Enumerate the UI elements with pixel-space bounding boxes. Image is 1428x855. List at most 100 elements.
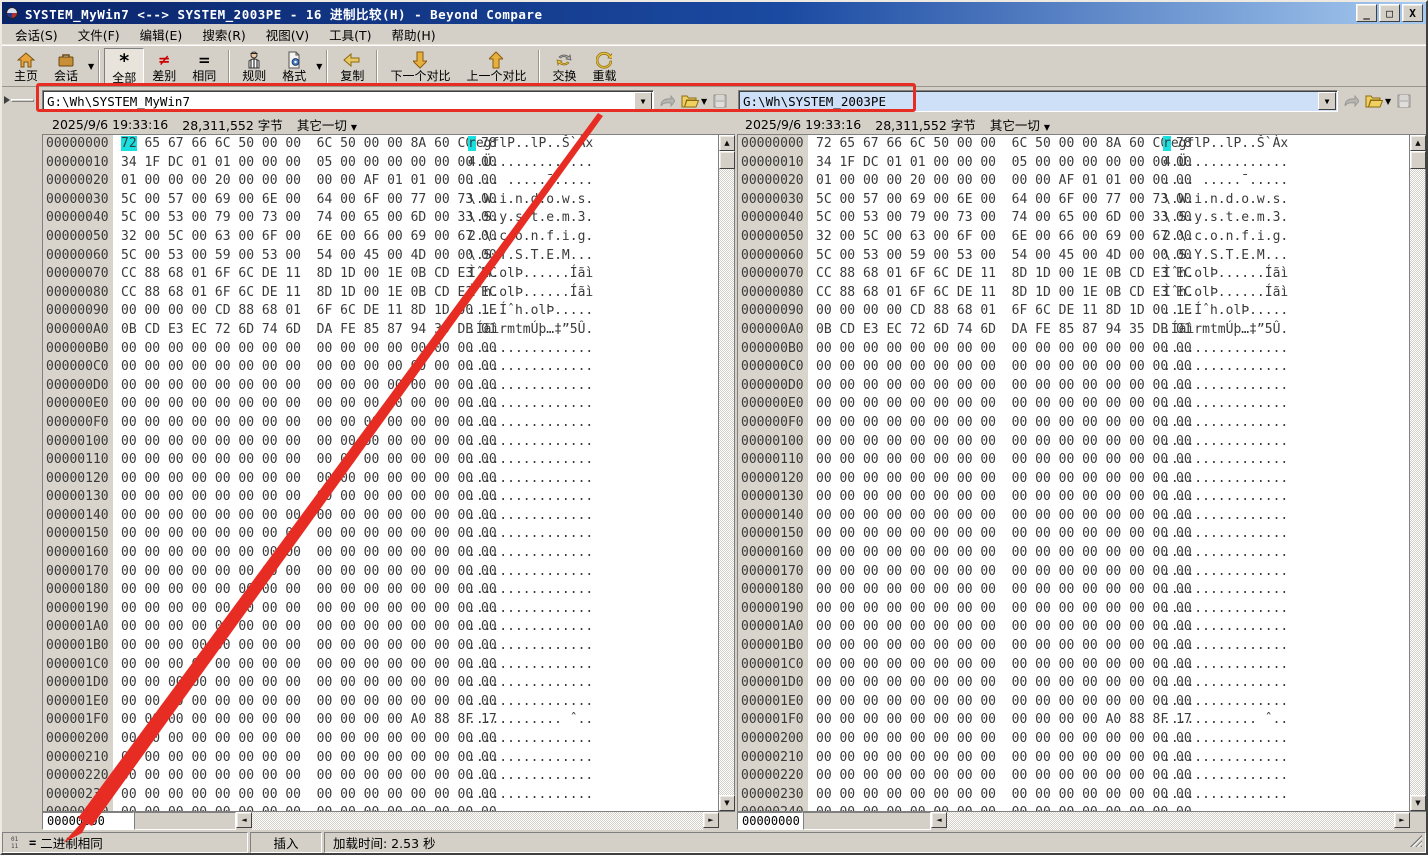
hex-row[interactable]: 0000023000 00 00 00 00 00 00 00 00 00 00… xyxy=(43,786,718,805)
close-button[interactable]: X xyxy=(1402,4,1423,22)
swap-button[interactable]: 交换 xyxy=(544,48,584,85)
right-save-icon[interactable] xyxy=(1394,91,1414,111)
hex-row[interactable]: 0000002001 00 00 00 20 00 00 00 00 00 AF… xyxy=(738,172,1409,191)
copy-button[interactable]: 复制 xyxy=(332,48,372,85)
hex-row[interactable]: 000000305C 00 57 00 69 00 6E 00 64 00 6F… xyxy=(738,191,1409,210)
hex-row[interactable]: 000000305C 00 57 00 69 00 6E 00 64 00 6F… xyxy=(43,191,718,210)
hex-row[interactable]: 000000B000 00 00 00 00 00 00 00 00 00 00… xyxy=(738,340,1409,359)
hex-row[interactable]: 0000009000 00 00 00 CD 88 68 01 6F 6C DE… xyxy=(43,302,718,321)
hex-row[interactable]: 0000017000 00 00 00 00 00 00 00 00 00 00… xyxy=(738,563,1409,582)
left-hex-content[interactable]: 0000000072 65 67 66 6C 50 00 00 6C 50 00… xyxy=(43,135,718,811)
hex-row[interactable]: 0000015000 00 00 00 00 00 00 00 00 00 00… xyxy=(43,525,718,544)
show-same-button[interactable]: = 相同 xyxy=(184,48,224,85)
hex-row[interactable]: 000001F000 00 00 00 00 00 00 00 00 00 00… xyxy=(738,711,1409,730)
hex-row[interactable]: 0000021000 00 00 00 00 00 00 00 00 00 00… xyxy=(738,749,1409,768)
right-hscroll-left-icon[interactable]: ◄ xyxy=(931,812,947,828)
hex-row[interactable]: 0000005032 00 5C 00 63 00 6F 00 6E 00 66… xyxy=(43,228,718,247)
session-dropdown-arrow[interactable]: ▼ xyxy=(88,62,94,71)
hex-row[interactable]: 000000A00B CD E3 EC 72 6D 74 6D DA FE 85… xyxy=(43,321,718,340)
hex-row[interactable]: 0000014000 00 00 00 00 00 00 00 00 00 00… xyxy=(43,507,718,526)
right-hex-content[interactable]: 0000000072 65 67 66 6C 50 00 00 6C 50 00… xyxy=(738,135,1409,811)
left-vscroll-thumb[interactable] xyxy=(719,151,735,169)
previous-difference-button[interactable]: 上一个对比 xyxy=(458,48,534,85)
hex-row[interactable]: 000001E000 00 00 00 00 00 00 00 00 00 00… xyxy=(738,693,1409,712)
hex-row[interactable]: 000000C000 00 00 00 00 00 00 00 00 00 00… xyxy=(738,358,1409,377)
hex-row[interactable]: 00000080CC 88 68 01 6F 6C DE 11 8D 1D 00… xyxy=(738,284,1409,303)
hex-row[interactable]: 0000017000 00 00 00 00 00 00 00 00 00 00… xyxy=(43,563,718,582)
hex-row[interactable]: 000000405C 00 53 00 79 00 73 00 74 00 65… xyxy=(43,209,718,228)
format-button-group[interactable]: 格式 ▼ xyxy=(274,48,322,85)
left-filter-dropdown[interactable]: 其它一切 ▼ xyxy=(297,115,357,134)
hex-row[interactable]: 0000012000 00 00 00 00 00 00 00 00 00 00… xyxy=(43,470,718,489)
hex-row[interactable]: 0000000072 65 67 66 6C 50 00 00 6C 50 00… xyxy=(738,135,1409,154)
right-open-dropdown-arrow[interactable]: ▼ xyxy=(1385,97,1391,106)
right-browse-parent-icon[interactable] xyxy=(1341,91,1361,111)
right-open-folder-icon[interactable] xyxy=(1364,91,1384,111)
menu-session[interactable]: 会话(S) xyxy=(6,23,67,46)
hex-row[interactable]: 0000002001 00 00 00 20 00 00 00 00 00 AF… xyxy=(43,172,718,191)
hex-row[interactable]: 0000018000 00 00 00 00 00 00 00 00 00 00… xyxy=(43,581,718,600)
hex-row[interactable]: 000000D000 00 00 00 00 00 00 00 00 00 00… xyxy=(738,377,1409,396)
hex-row[interactable]: 0000012000 00 00 00 00 00 00 00 00 00 00… xyxy=(738,470,1409,489)
hex-row[interactable]: 0000010000 00 00 00 00 00 00 00 00 00 00… xyxy=(43,433,718,452)
session-button[interactable]: 会话 xyxy=(46,48,86,85)
hex-row[interactable]: 0000001034 1F DC 01 01 00 00 00 05 00 00… xyxy=(43,154,718,173)
left-scroll-up-icon[interactable]: ▲ xyxy=(719,135,735,151)
next-difference-button[interactable]: 下一个对比 xyxy=(382,48,458,85)
menu-edit[interactable]: 编辑(E) xyxy=(131,23,192,46)
hex-row[interactable]: 0000011000 00 00 00 00 00 00 00 00 00 00… xyxy=(43,451,718,470)
hex-row[interactable]: 0000013000 00 00 00 00 00 00 00 00 00 00… xyxy=(738,488,1409,507)
left-browse-parent-icon[interactable] xyxy=(657,91,677,111)
right-scroll-down-icon[interactable]: ▼ xyxy=(1410,795,1426,811)
hex-row[interactable]: 0000019000 00 00 00 00 00 00 00 00 00 00… xyxy=(43,600,718,619)
hex-row[interactable]: 000000F000 00 00 00 00 00 00 00 00 00 00… xyxy=(43,414,718,433)
hex-row[interactable]: 000000605C 00 53 00 59 00 53 00 54 00 45… xyxy=(43,247,718,266)
hex-row[interactable]: 000001D000 00 00 00 00 00 00 00 00 00 00… xyxy=(738,674,1409,693)
reload-button[interactable]: 重载 xyxy=(584,48,624,85)
left-hscroll-left-icon[interactable]: ◄ xyxy=(236,812,252,828)
hex-row[interactable]: 0000024000 00 00 00 00 00 00 00 00 00 00… xyxy=(738,804,1409,811)
hex-row[interactable]: 0000013000 00 00 00 00 00 00 00 00 00 00… xyxy=(43,488,718,507)
hex-row[interactable]: 0000022000 00 00 00 00 00 00 00 00 00 00… xyxy=(43,767,718,786)
right-vertical-scrollbar[interactable]: ▲ ▼ xyxy=(1409,135,1425,811)
splitter-handle[interactable] xyxy=(4,95,34,105)
hex-row[interactable]: 000001F000 00 00 00 00 00 00 00 00 00 00… xyxy=(43,711,718,730)
hex-row[interactable]: 00000070CC 88 68 01 6F 6C DE 11 8D 1D 00… xyxy=(43,265,718,284)
menu-tools[interactable]: 工具(T) xyxy=(320,23,380,46)
hex-row[interactable]: 0000001034 1F DC 01 01 00 00 00 05 00 00… xyxy=(738,154,1409,173)
hex-row[interactable]: 000000E000 00 00 00 00 00 00 00 00 00 00… xyxy=(738,395,1409,414)
right-path-dropdown-arrow[interactable]: ▼ xyxy=(1318,92,1336,110)
hex-row[interactable]: 000001B000 00 00 00 00 00 00 00 00 00 00… xyxy=(738,637,1409,656)
hex-row[interactable]: 0000014000 00 00 00 00 00 00 00 00 00 00… xyxy=(738,507,1409,526)
menu-help[interactable]: 帮助(H) xyxy=(382,23,444,46)
hex-row[interactable]: 0000024000 00 00 00 00 00 00 00 00 00 00… xyxy=(43,804,718,811)
hex-row[interactable]: 00000080CC 88 68 01 6F 6C DE 11 8D 1D 00… xyxy=(43,284,718,303)
hex-row[interactable]: 0000018000 00 00 00 00 00 00 00 00 00 00… xyxy=(738,581,1409,600)
hex-row[interactable]: 000001D000 00 00 00 00 00 00 00 00 00 00… xyxy=(43,674,718,693)
left-open-folder-icon[interactable] xyxy=(680,91,700,111)
hex-row[interactable]: 00000070CC 88 68 01 6F 6C DE 11 8D 1D 00… xyxy=(738,265,1409,284)
home-button[interactable]: 主页 xyxy=(6,48,46,85)
right-scroll-up-icon[interactable]: ▲ xyxy=(1410,135,1426,151)
hex-row[interactable]: 0000010000 00 00 00 00 00 00 00 00 00 00… xyxy=(738,433,1409,452)
hex-row[interactable]: 000000B000 00 00 00 00 00 00 00 00 00 00… xyxy=(43,340,718,359)
left-hscroll-right-icon[interactable]: ► xyxy=(703,812,719,828)
hex-row[interactable]: 0000000072 65 67 66 6C 50 00 00 6C 50 00… xyxy=(43,135,718,154)
menu-search[interactable]: 搜索(R) xyxy=(193,23,254,46)
hex-row[interactable]: 0000020000 00 00 00 00 00 00 00 00 00 00… xyxy=(43,730,718,749)
right-horizontal-scrollbar[interactable] xyxy=(947,812,1394,830)
resize-grip[interactable] xyxy=(1410,835,1422,847)
show-differences-button[interactable]: ≠ 差别 xyxy=(144,48,184,85)
right-filter-dropdown[interactable]: 其它一切 ▼ xyxy=(990,115,1050,134)
hex-row[interactable]: 0000021000 00 00 00 00 00 00 00 00 00 00… xyxy=(43,749,718,768)
hex-row[interactable]: 000001E000 00 00 00 00 00 00 00 00 00 00… xyxy=(43,693,718,712)
hex-row[interactable]: 0000016000 00 00 00 00 00 00 00 00 00 00… xyxy=(738,544,1409,563)
hex-row[interactable]: 000001A000 00 00 00 00 00 00 00 00 00 00… xyxy=(43,618,718,637)
hex-row[interactable]: 000000E000 00 00 00 00 00 00 00 00 00 00… xyxy=(43,395,718,414)
hex-row[interactable]: 000001C000 00 00 00 00 00 00 00 00 00 00… xyxy=(738,656,1409,675)
format-button[interactable]: 格式 xyxy=(274,48,314,85)
menu-view[interactable]: 视图(V) xyxy=(257,23,318,46)
right-path-combobox[interactable]: G:\Wh\SYSTEM_2003PE ▼ xyxy=(738,90,1338,112)
hex-row[interactable]: 0000015000 00 00 00 00 00 00 00 00 00 00… xyxy=(738,525,1409,544)
hex-row[interactable]: 0000023000 00 00 00 00 00 00 00 00 00 00… xyxy=(738,786,1409,805)
